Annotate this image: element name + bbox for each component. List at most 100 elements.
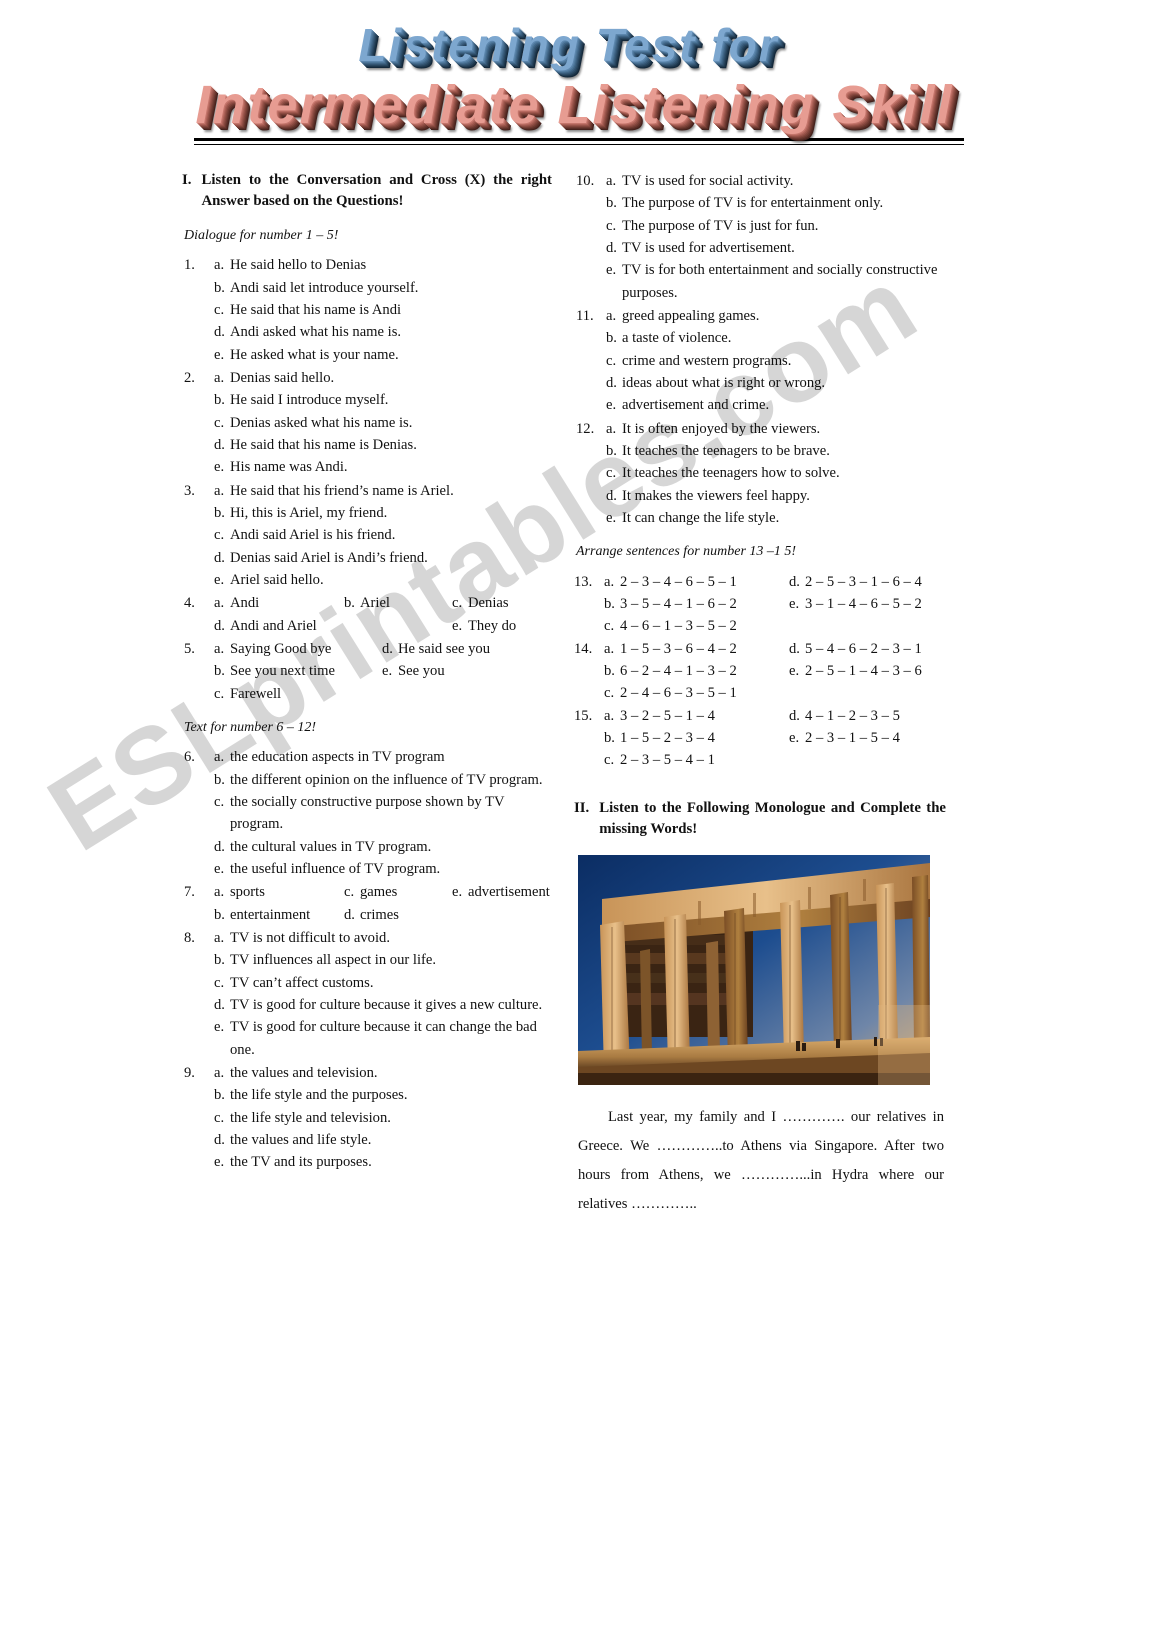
- option[interactable]: d. It makes the viewers feel happy.: [606, 485, 946, 507]
- option[interactable]: e. 2 – 5 – 1 – 4 – 3 – 6: [789, 660, 946, 682]
- option[interactable]: a. greed appealing games.: [606, 305, 946, 327]
- option-text: the TV and its purposes.: [230, 1154, 372, 1171]
- option[interactable]: a. the education aspects in TV program: [214, 746, 552, 768]
- option[interactable]: a. 1 – 5 – 3 – 6 – 4 – 2: [604, 638, 789, 660]
- option[interactable]: a. He said hello to Denias: [214, 254, 552, 276]
- option[interactable]: b. 6 – 2 – 4 – 1 – 3 – 2: [604, 660, 789, 682]
- option[interactable]: b. a taste of violence.: [606, 327, 946, 349]
- option[interactable]: a. He said that his friend’s name is Arie…: [214, 480, 552, 502]
- option[interactable]: a. 2 – 3 – 4 – 6 – 5 – 1: [604, 571, 789, 593]
- option[interactable]: a. It is often enjoyed by the viewers.: [606, 418, 946, 440]
- option[interactable]: c. 2 – 4 – 6 – 3 – 5 – 1: [604, 682, 789, 704]
- option[interactable]: c. It teaches the teenagers how to solve.: [606, 462, 946, 484]
- option[interactable]: c. the socially constructive purpose show…: [214, 791, 552, 836]
- option[interactable]: e. They do: [452, 615, 552, 637]
- option[interactable]: b. Andi said let introduce yourself.: [214, 277, 552, 299]
- option[interactable]: a. Saying Good bye: [214, 638, 382, 660]
- option[interactable]: c. TV can’t affect customs.: [214, 972, 552, 994]
- option[interactable]: a. sports: [214, 881, 344, 903]
- option[interactable]: c. games: [344, 881, 452, 903]
- option[interactable]: e. Ariel said hello.: [214, 569, 552, 591]
- option-letter: b.: [344, 595, 355, 612]
- option[interactable]: b. Ariel: [344, 592, 452, 614]
- option-list: a. 3 – 2 – 5 – 1 – 4 d. 4 – 1 – 2 – 3 – 5 b.…: [604, 705, 946, 772]
- option[interactable]: d. crimes: [344, 904, 452, 926]
- option[interactable]: a. the values and television.: [214, 1062, 552, 1084]
- option[interactable]: d. Andi asked what his name is.: [214, 321, 552, 343]
- option[interactable]: c. He said that his name is Andi: [214, 299, 552, 321]
- option[interactable]: e. His name was Andi.: [214, 456, 552, 478]
- option[interactable]: d. Denias said Ariel is Andi’s friend.: [214, 547, 552, 569]
- option-letter: a.: [604, 573, 615, 590]
- option[interactable]: d. Andi and Ariel: [214, 615, 344, 637]
- option[interactable]: e. TV is for both entertainment and socia…: [606, 259, 946, 304]
- option[interactable]: c. The purpose of TV is just for fun.: [606, 215, 946, 237]
- option-text: TV is not difficult to avoid.: [230, 929, 390, 946]
- option[interactable]: e. advertisement and crime.: [606, 394, 946, 416]
- option[interactable]: b. the different opinion on the influence…: [214, 769, 552, 791]
- question: 12. a. It is often enjoyed by the viewers.…: [574, 418, 946, 530]
- question: 4. a. Andi b. Ariel c. Denias d. Andi and Ariel e…: [182, 592, 552, 637]
- option[interactable]: d. TV is good for culture because it give…: [214, 994, 552, 1016]
- option-letter: b.: [604, 662, 615, 679]
- option-text: It can change the life style.: [622, 509, 780, 526]
- option-text: games: [360, 884, 398, 901]
- option[interactable]: c. crime and western programs.: [606, 350, 946, 372]
- option[interactable]: d. 4 – 1 – 2 – 3 – 5: [789, 705, 946, 727]
- option[interactable]: d. He said that his name is Denias.: [214, 434, 552, 456]
- option-text: 3 – 2 – 5 – 1 – 4: [620, 707, 715, 724]
- option[interactable]: e. the useful influence of TV program.: [214, 858, 552, 880]
- option-text: 1 – 5 – 2 – 3 – 4: [620, 729, 715, 746]
- option-letter: d.: [606, 487, 617, 504]
- option[interactable]: e. 2 – 3 – 1 – 5 – 4: [789, 727, 946, 749]
- option[interactable]: d. 2 – 5 – 3 – 1 – 6 – 4: [789, 571, 946, 593]
- option[interactable]: a. TV is used for social activity.: [606, 170, 946, 192]
- option-letter: b.: [604, 595, 615, 612]
- option[interactable]: c. Farewell: [214, 683, 382, 705]
- option-text: TV is used for advertisement.: [622, 239, 795, 256]
- option[interactable]: b. The purpose of TV is for entertainment…: [606, 192, 946, 214]
- option[interactable]: b. the life style and the purposes.: [214, 1084, 552, 1106]
- option[interactable]: d. ideas about what is right or wrong.: [606, 372, 946, 394]
- option[interactable]: a. Andi: [214, 592, 344, 614]
- option[interactable]: d. the values and life style.: [214, 1129, 552, 1151]
- option-text: Ariel said hello.: [230, 571, 324, 588]
- question: 6. a. the education aspects in TV program b…: [182, 746, 552, 880]
- option[interactable]: d. He said see you: [382, 638, 552, 660]
- option[interactable]: b. See you next time: [214, 660, 382, 682]
- option[interactable]: c. 4 – 6 – 1 – 3 – 5 – 2: [604, 615, 789, 637]
- question-number: 2.: [184, 369, 195, 386]
- option[interactable]: b. entertainment: [214, 904, 344, 926]
- option-list: a. 2 – 3 – 4 – 6 – 5 – 1 d. 2 – 5 – 3 – 1 –…: [604, 571, 946, 638]
- option[interactable]: b. 3 – 5 – 4 – 1 – 6 – 2: [604, 593, 789, 615]
- option[interactable]: e. advertisement: [452, 881, 552, 903]
- option[interactable]: d. TV is used for advertisement.: [606, 237, 946, 259]
- option-list: a. sports c. games e. advertisement b. entertai…: [214, 881, 552, 926]
- option[interactable]: a. TV is not difficult to avoid.: [214, 927, 552, 949]
- option[interactable]: b. 1 – 5 – 2 – 3 – 4: [604, 727, 789, 749]
- option[interactable]: a. Denias said hello.: [214, 367, 552, 389]
- option[interactable]: c. Andi said Ariel is his friend.: [214, 524, 552, 546]
- option[interactable]: d. the cultural values in TV program.: [214, 836, 552, 858]
- option[interactable]: e. TV is good for culture because it can …: [214, 1016, 552, 1061]
- option-letter: d.: [344, 906, 355, 923]
- option[interactable]: c. the life style and television.: [214, 1107, 552, 1129]
- option[interactable]: c. Denias asked what his name is.: [214, 412, 552, 434]
- option[interactable]: c. Denias: [452, 592, 552, 614]
- option[interactable]: b. Hi, this is Ariel, my friend.: [214, 502, 552, 524]
- option[interactable]: c. 2 – 3 – 5 – 4 – 1: [604, 749, 789, 771]
- question-number: 3.: [184, 482, 195, 499]
- option[interactable]: b. He said I introduce myself.: [214, 389, 552, 411]
- option[interactable]: e. See you: [382, 660, 552, 682]
- option[interactable]: e. the TV and its purposes.: [214, 1151, 552, 1173]
- option-text: the socially constructive purpose shown …: [230, 793, 505, 833]
- option[interactable]: a. 3 – 2 – 5 – 1 – 4: [604, 705, 789, 727]
- option[interactable]: e. It can change the life style.: [606, 507, 946, 529]
- option[interactable]: d. 5 – 4 – 6 – 2 – 3 – 1: [789, 638, 946, 660]
- section-i-title: Listen to the Conversation and Cross (X)…: [201, 172, 552, 210]
- option[interactable]: e. He asked what is your name.: [214, 344, 552, 366]
- option[interactable]: e. 3 – 1 – 4 – 6 – 5 – 2: [789, 593, 946, 615]
- option[interactable]: b. It teaches the teenagers to be brave.: [606, 440, 946, 462]
- option-row: a. Saying Good bye d. He said see you: [214, 638, 552, 660]
- option[interactable]: b. TV influences all aspect in our life.: [214, 949, 552, 971]
